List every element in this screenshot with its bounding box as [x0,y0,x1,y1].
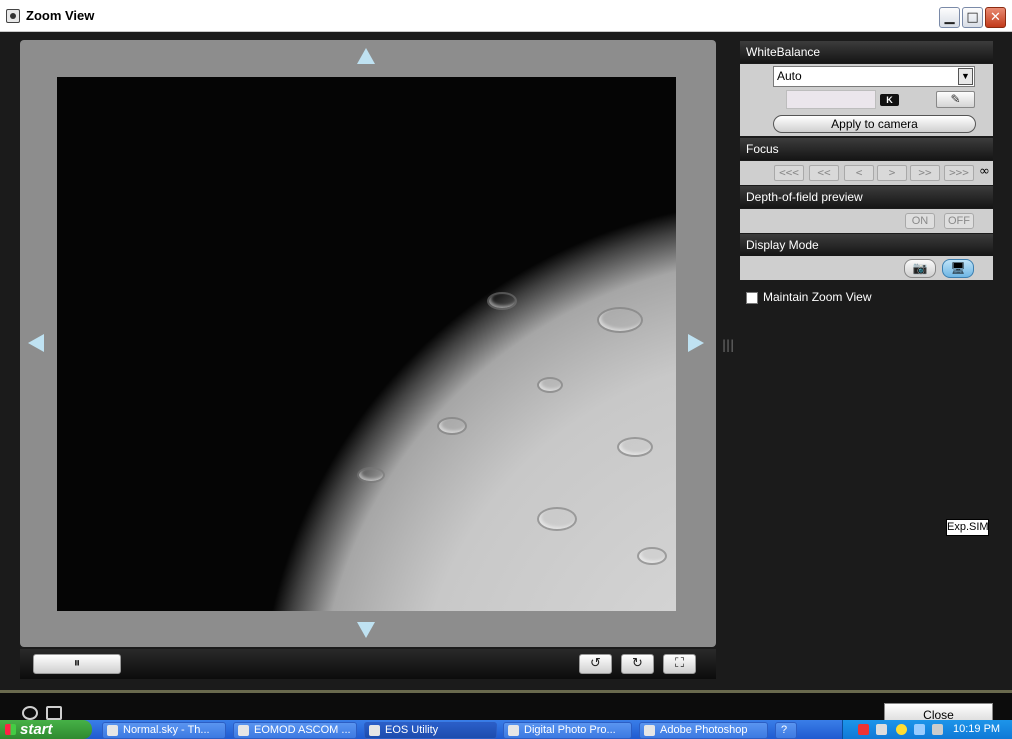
focus-near-large-button[interactable]: <<< [774,165,804,181]
focus-section: <<< << < > >> >>> ∞ [740,161,993,185]
task-label: EOS Utility [385,724,439,736]
infinity-icon: ∞ [979,164,990,179]
tray-app-icon[interactable] [858,724,869,735]
window-footer [0,690,1012,720]
chevron-down-icon[interactable]: ▼ [958,68,973,85]
camera-settings-icon[interactable] [46,706,62,720]
fit-view-button[interactable]: ⛶ [663,654,696,674]
white-balance-header: WhiteBalance [740,41,993,63]
pan-down-arrow-icon[interactable] [357,622,375,638]
app-icon [369,725,380,736]
clock: 10:19 PM [953,723,1001,735]
taskbar-item-eomod-ascom[interactable]: EOMOD ASCOM ... [233,722,357,739]
network-icon[interactable] [876,724,887,735]
start-button[interactable]: start [0,720,92,739]
focus-far-small-button[interactable]: > [877,165,907,181]
task-label: Adobe Photoshop [660,724,748,736]
app-icon [508,725,519,736]
display-mode-header: Display Mode [740,234,993,256]
live-view-stage [20,40,716,647]
monitor-icon: 🖥 [950,261,966,275]
focus-near-medium-button[interactable]: << [809,165,839,181]
zoom-view-window: Zoom View ▁ □ ✕ ⏸ ↺ ↻ ⛶ ||| WhiteBalance… [0,0,1012,739]
crater [637,547,667,565]
maintain-zoom-label: Maintain Zoom View [763,290,872,304]
task-label: Normal.sky - Th... [123,724,210,736]
taskbar-item-eos-utility[interactable]: EOS Utility [364,722,497,739]
kelvin-badge: K [880,94,899,106]
camera-display-button[interactable]: 📷 [904,259,936,278]
focus-far-large-button[interactable]: >>> [944,165,974,181]
apply-to-camera-button[interactable]: Apply to camera [773,115,976,133]
taskbar-item-normal-sky[interactable]: Normal.sky - Th... [102,722,226,739]
focus-near-small-button[interactable]: < [844,165,874,181]
app-icon [238,725,249,736]
volume-icon[interactable] [914,724,925,735]
pan-right-arrow-icon[interactable] [688,334,704,352]
dof-on-button[interactable]: ON [905,213,935,229]
task-label: EOMOD ASCOM ... [254,724,351,736]
camera-icon: 📷 [912,261,928,275]
eyedropper-icon: ✎ [950,92,961,106]
white-balance-value: Auto [777,69,802,83]
crater [537,507,577,531]
crater [437,417,467,435]
crater [487,292,517,310]
preview-control-bar: ⏸ ↺ ↻ ⛶ [20,649,716,679]
camera-app-icon [6,9,20,23]
help-icon[interactable]: ? [775,722,797,739]
white-balance-select[interactable]: Auto ▼ [773,66,975,87]
rotate-left-button[interactable]: ↺ [579,654,612,674]
computer-display-button[interactable]: 🖥 [942,259,974,278]
display-mode-section: 📷 🖥 [740,256,993,280]
kelvin-field[interactable] [786,90,876,109]
title-bar: Zoom View ▁ □ ✕ [0,0,1012,32]
maintain-zoom-row[interactable]: Maintain Zoom View [746,290,872,306]
record-icon[interactable] [22,706,38,720]
focus-header: Focus [740,138,993,160]
window-title: Zoom View [26,8,95,23]
pause-button[interactable]: ⏸ [33,654,121,674]
focus-far-medium-button[interactable]: >> [910,165,940,181]
dof-section: ON OFF [740,209,993,233]
maintain-zoom-checkbox[interactable] [746,291,758,304]
close-window-button[interactable]: ✕ [985,7,1006,28]
app-icon [107,725,118,736]
panel-splitter-handle[interactable]: ||| [722,338,734,352]
crater [617,437,653,457]
crater [537,377,563,393]
pan-up-arrow-icon[interactable] [357,48,375,64]
eyedropper-button[interactable]: ✎ [936,91,975,108]
dof-header: Depth-of-field preview [740,186,993,208]
white-balance-section: Auto ▼ K ✎ Apply to camera [740,64,993,136]
taskbar-item-digital-photo-pro[interactable]: Digital Photo Pro... [503,722,632,739]
crater [357,467,385,483]
pan-left-arrow-icon[interactable] [28,334,44,352]
app-icon [644,725,655,736]
maximize-button[interactable]: □ [962,7,983,28]
exposure-simulation-badge: Exp.SIM [946,519,989,536]
live-view-image[interactable] [57,77,676,611]
tray-misc-icon[interactable] [932,724,943,735]
smiley-icon[interactable] [896,724,907,735]
dof-off-button[interactable]: OFF [944,213,974,229]
crater [597,307,643,333]
taskbar-item-adobe-photoshop[interactable]: Adobe Photoshop [639,722,768,739]
task-label: Digital Photo Pro... [524,724,616,736]
minimize-button[interactable]: ▁ [939,7,960,28]
rotate-right-button[interactable]: ↻ [621,654,654,674]
